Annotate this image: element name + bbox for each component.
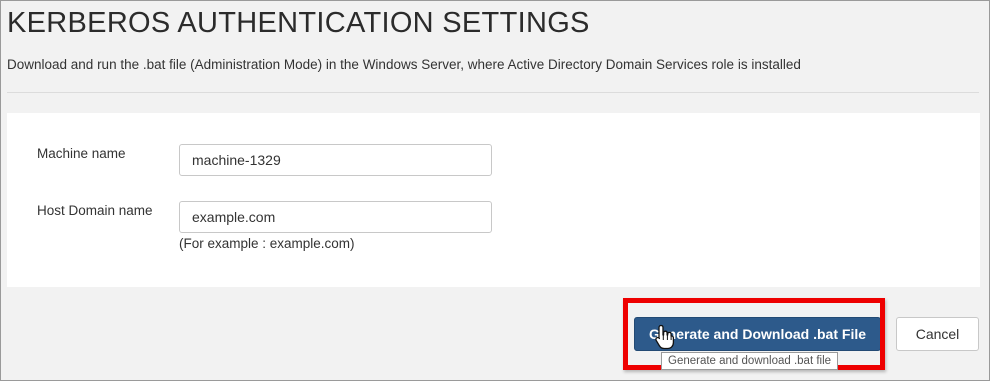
cancel-button[interactable]: Cancel xyxy=(896,317,979,351)
host-domain-help-text: (For example : example.com) xyxy=(179,236,355,251)
host-domain-name-input[interactable] xyxy=(179,201,492,233)
page-subtitle: Download and run the .bat file (Administ… xyxy=(7,57,801,72)
machine-name-label: Machine name xyxy=(37,146,126,161)
machine-name-input[interactable] xyxy=(179,144,492,176)
settings-window: KERBEROS AUTHENTICATION SETTINGS Downloa… xyxy=(0,0,990,381)
settings-form: Machine name Host Domain name (For examp… xyxy=(7,113,980,287)
host-domain-name-label: Host Domain name xyxy=(37,203,153,218)
divider xyxy=(7,92,979,93)
page-title: KERBEROS AUTHENTICATION SETTINGS xyxy=(7,7,590,39)
hand-pointer-icon xyxy=(655,324,675,350)
generate-tooltip: Generate and download .bat file xyxy=(661,352,839,370)
